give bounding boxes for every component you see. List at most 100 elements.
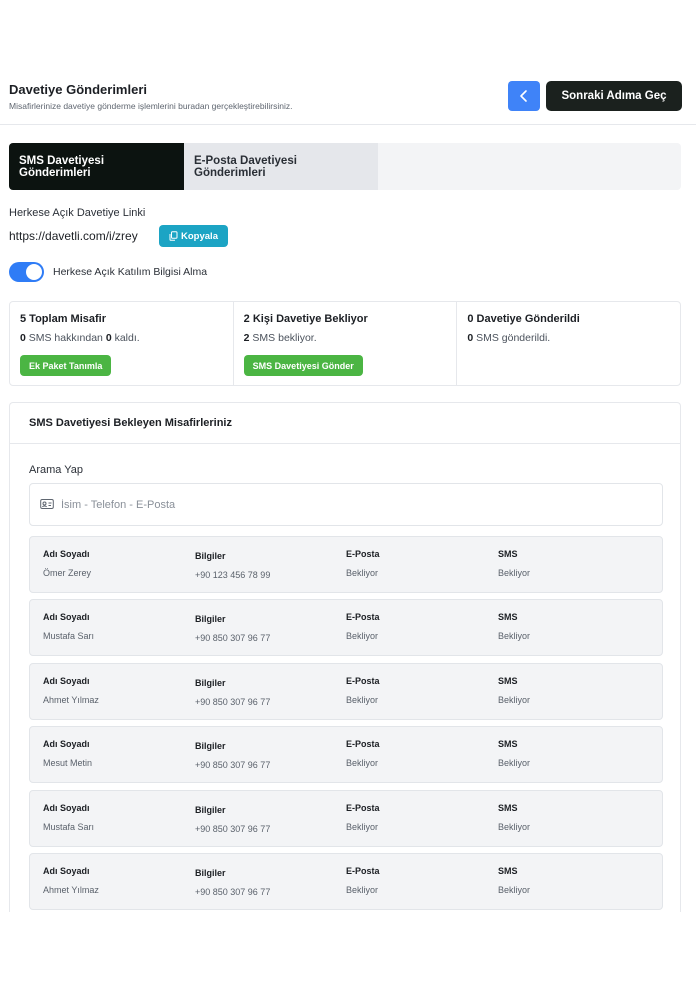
table-row[interactable]: Adı Soyadı Mustafa Sarı Bilgiler +90 850 30… <box>29 599 663 656</box>
search-box <box>29 483 663 526</box>
guest-info-cell: Bilgiler +90 850 307 96 77 <box>195 805 270 834</box>
guest-info-cell: Bilgiler +90 123 456 78 99 <box>195 551 270 580</box>
column-header: E-Posta <box>346 549 380 559</box>
stat-total-guests: 5 Toplam Misafir 0 SMS hakkından 0 kaldı… <box>10 302 234 385</box>
cell-value: Bekliyor <box>498 568 531 578</box>
guest-info-cell: Bilgiler +90 850 307 96 77 <box>195 868 270 897</box>
cell-value: +90 850 307 96 77 <box>195 633 271 643</box>
cell-value: Bekliyor <box>498 758 531 768</box>
table-row[interactable]: Adı Soyadı Mesut Metin Bilgiler +90 850 307… <box>29 726 663 783</box>
cell-value: Bekliyor <box>498 885 531 895</box>
cell-value: +90 123 456 78 99 <box>195 570 271 580</box>
cell-value: Bekliyor <box>346 758 379 768</box>
column-header: SMS <box>498 612 518 622</box>
table-row[interactable]: Adı Soyadı Mustafa Sarı Bilgiler +90 850 30… <box>29 790 663 847</box>
page-subtitle: Misafirlerinize davetiye gönderme işleml… <box>9 101 293 111</box>
list-cutoff <box>9 912 681 922</box>
public-link-label: Herkese Açık Davetiye Linki <box>9 207 146 219</box>
guest-sms-cell: SMS Bekliyor <box>498 612 530 641</box>
cell-value: Ahmet Yılmaz <box>43 885 99 895</box>
column-header: E-Posta <box>346 676 380 686</box>
column-header: Adı Soyadı <box>43 676 90 686</box>
column-header: E-Posta <box>346 803 380 813</box>
tab-sms-invitations[interactable]: SMS Davetiyesi Gönderimleri <box>9 143 184 190</box>
column-header: SMS <box>498 803 518 813</box>
send-sms-invitation-button[interactable]: SMS Davetiyesi Gönder <box>243 355 363 376</box>
search-label: Arama Yap <box>29 464 84 476</box>
column-header: SMS <box>498 676 518 686</box>
cell-value: Bekliyor <box>346 885 379 895</box>
back-button[interactable] <box>508 81 540 111</box>
guest-sms-cell: SMS Bekliyor <box>498 549 530 578</box>
copy-button-label: Kopyala <box>181 230 218 242</box>
column-header: Bilgiler <box>195 551 226 561</box>
column-header: SMS <box>498 866 518 876</box>
column-header: SMS <box>498 739 518 749</box>
table-row[interactable]: Adı Soyadı Ömer Zerey Bilgiler +90 123 456 … <box>29 536 663 593</box>
stat-pending-invitations: 2 Kişi Davetiye Bekliyor 2 SMS bekliyor.… <box>234 302 458 385</box>
column-header: Adı Soyadı <box>43 739 90 749</box>
cell-value: Bekliyor <box>346 631 379 641</box>
guest-sms-cell: SMS Bekliyor <box>498 676 530 705</box>
cell-value: Bekliyor <box>346 822 379 832</box>
guest-email-cell: E-Posta Bekliyor <box>346 803 380 832</box>
column-header: Adı Soyadı <box>43 612 90 622</box>
guest-info-cell: Bilgiler +90 850 307 96 77 <box>195 741 270 770</box>
public-participation-toggle[interactable] <box>9 262 44 282</box>
cell-value: Ömer Zerey <box>43 568 92 578</box>
guest-name-cell: Adı Soyadı Mustafa Sarı <box>43 803 94 832</box>
tab-email-invitations[interactable]: E-Posta Davetiyesi Gönderimleri <box>184 143 378 190</box>
guest-email-cell: E-Posta Bekliyor <box>346 612 380 641</box>
chevron-left-icon <box>520 90 527 102</box>
toggle-knob <box>26 264 42 280</box>
copy-icon <box>169 231 178 241</box>
column-header: Bilgiler <box>195 868 226 878</box>
cell-value: Bekliyor <box>498 822 531 832</box>
page-title: Davetiye Gönderimleri <box>9 82 147 97</box>
cell-value: Mesut Metin <box>43 758 93 768</box>
table-row[interactable]: Adı Soyadı Ahmet Yılmaz Bilgiler +90 850 30… <box>29 853 663 910</box>
stats-panel: 5 Toplam Misafir 0 SMS hakkından 0 kaldı… <box>9 301 681 386</box>
copy-button[interactable]: Kopyala <box>159 225 228 247</box>
stat-subtext: 2 SMS bekliyor. <box>243 332 317 344</box>
column-header: Bilgiler <box>195 678 226 688</box>
public-link-url: https://davetli.com/i/zrey <box>9 229 138 243</box>
cell-value: Mustafa Sarı <box>43 822 95 832</box>
add-package-button[interactable]: Ek Paket Tanımla <box>20 355 112 376</box>
stat-subtext: 0 SMS gönderildi. <box>467 332 551 344</box>
stat-title: 5 Toplam Misafir <box>20 313 106 325</box>
column-header: Bilgiler <box>195 741 226 751</box>
next-step-button[interactable]: Sonraki Adıma Geç <box>546 81 682 111</box>
guest-info-cell: Bilgiler +90 850 307 96 77 <box>195 614 270 643</box>
cell-value: +90 850 307 96 77 <box>195 887 271 897</box>
cell-value: Bekliyor <box>346 568 379 578</box>
page-header: Davetiye Gönderimleri Misafirlerinize da… <box>0 72 696 125</box>
stat-sent-invitations: 0 Davetiye Gönderildi 0 SMS gönderildi. <box>457 302 680 385</box>
cell-value: Bekliyor <box>498 695 531 705</box>
pending-guests-panel: SMS Davetiyesi Bekleyen Misafirleriniz A… <box>9 402 681 922</box>
cell-value: +90 850 307 96 77 <box>195 760 271 770</box>
cell-value: +90 850 307 96 77 <box>195 824 271 834</box>
guest-sms-cell: SMS Bekliyor <box>498 739 530 768</box>
guest-email-cell: E-Posta Bekliyor <box>346 549 380 578</box>
guest-email-cell: E-Posta Bekliyor <box>346 739 380 768</box>
guests-panel-title: SMS Davetiyesi Bekleyen Misafirleriniz <box>10 403 680 444</box>
public-participation-label: Herkese Açık Katılım Bilgisi Alma <box>53 266 208 278</box>
table-row[interactable]: Adı Soyadı Ahmet Yılmaz Bilgiler +90 850 30… <box>29 663 663 720</box>
guest-name-cell: Adı Soyadı Mustafa Sarı <box>43 612 94 641</box>
cell-value: Bekliyor <box>346 695 379 705</box>
cell-value: Ahmet Yılmaz <box>43 695 99 705</box>
column-header: Bilgiler <box>195 614 226 624</box>
cell-value: Mustafa Sarı <box>43 631 95 641</box>
stat-subtext: 0 SMS hakkından 0 kaldı. <box>20 332 140 344</box>
column-header: Adı Soyadı <box>43 549 90 559</box>
guest-name-cell: Adı Soyadı Mesut Metin <box>43 739 92 768</box>
column-header: Adı Soyadı <box>43 866 90 876</box>
search-input[interactable] <box>61 496 641 514</box>
guest-sms-cell: SMS Bekliyor <box>498 866 530 895</box>
cell-value: Bekliyor <box>498 631 531 641</box>
guest-email-cell: E-Posta Bekliyor <box>346 676 380 705</box>
column-header: E-Posta <box>346 866 380 876</box>
id-card-icon <box>40 499 54 509</box>
guest-name-cell: Adı Soyadı Ahmet Yılmaz <box>43 866 99 895</box>
